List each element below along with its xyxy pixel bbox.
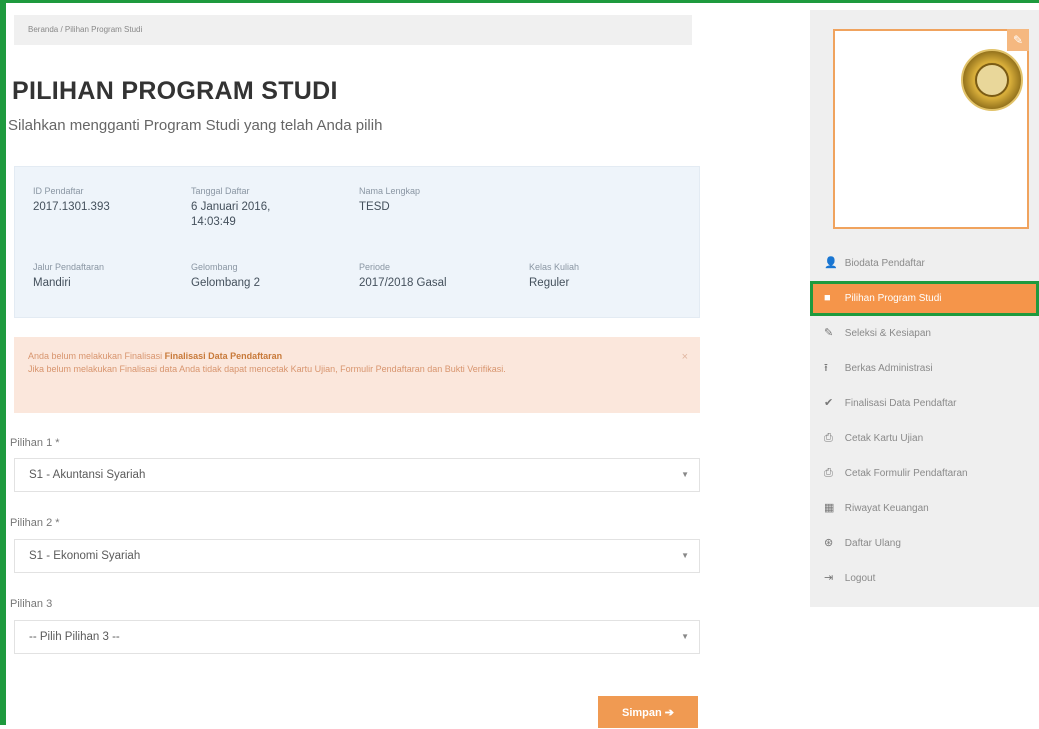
sidebar-item-berkas[interactable]: ⭱ Berkas Administrasi xyxy=(810,351,1039,386)
save-button[interactable]: Simpan ➔ xyxy=(598,696,698,728)
pilihan1-label: Pilihan 1 * xyxy=(10,437,60,449)
logout-icon: ⇥ xyxy=(824,572,834,584)
info-label: ID Pendaftar xyxy=(33,186,84,196)
info-value: Gelombang 2 xyxy=(191,277,261,289)
sidebar-item-label: Daftar Ulang xyxy=(844,538,901,549)
caret-down-icon: ▼ xyxy=(681,470,689,479)
info-label: Kelas Kuliah xyxy=(529,262,580,272)
alert-line-1: Anda belum melakukan Finalisasi Finalisa… xyxy=(28,350,686,363)
registrant-info-panel: ID Pendaftar 2017.1301.393 Tanggal Dafta… xyxy=(14,166,700,318)
info-value: 2017/2018 Gasal xyxy=(359,277,447,289)
sidebar-item-logout[interactable]: ⇥ Logout xyxy=(810,561,1039,596)
caret-down-icon: ▼ xyxy=(681,551,689,560)
info-value: 2017.1301.393 xyxy=(33,201,110,213)
info-tanggal-daftar: Tanggal Daftar 6 Januari 2016, 14:03:49 xyxy=(191,185,311,230)
pilihan1-select[interactable]: S1 - Akuntansi Syariah ▼ xyxy=(14,458,700,492)
sidebar-item-riwayat-keuangan[interactable]: ▦ Riwayat Keuangan xyxy=(810,491,1039,526)
alert-text: Anda belum melakukan Finalisasi xyxy=(28,351,163,361)
university-logo xyxy=(961,49,1023,111)
info-jalur: Jalur Pendaftaran Mandiri xyxy=(33,261,183,291)
info-value: 6 Januari 2016, 14:03:49 xyxy=(191,201,271,228)
pilihan3-label: Pilihan 3 xyxy=(10,598,53,610)
page-subtitle: Silahkan mengganti Program Studi yang te… xyxy=(8,117,383,134)
sidebar-item-label: Logout xyxy=(844,573,876,584)
sidebar-item-biodata[interactable]: 👤 Biodata Pendaftar xyxy=(810,246,1039,281)
sidebar-item-finalisasi[interactable]: ✔ Finalisasi Data Pendaftar xyxy=(810,386,1039,421)
info-label: Gelombang xyxy=(191,262,238,272)
sidebar-item-label: Riwayat Keuangan xyxy=(844,503,929,514)
sidebar-item-label: Seleksi & Kesiapan xyxy=(844,328,931,339)
info-label: Tanggal Daftar xyxy=(191,186,250,196)
info-value: Mandiri xyxy=(33,277,71,289)
pilihan2-select[interactable]: S1 - Ekonomi Syariah ▼ xyxy=(14,539,700,573)
info-label: Periode xyxy=(359,262,391,272)
info-nama-lengkap: Nama Lengkap TESD xyxy=(359,185,509,215)
print-icon: ⎙ xyxy=(824,432,833,444)
profile-photo-box: ✎ xyxy=(833,29,1029,229)
money-icon: ⊛ xyxy=(824,537,834,549)
caret-down-icon: ▼ xyxy=(681,632,689,641)
alert-line-2: Jika belum melakukan Finalisasi data And… xyxy=(28,364,506,374)
info-no-pendaftar: ID Pendaftar 2017.1301.393 xyxy=(33,185,183,215)
pilihan3-value: -- Pilih Pilihan 3 -- xyxy=(29,631,120,643)
sidebar: ✎ 👤 Biodata Pendaftar ■ Pilihan Program … xyxy=(810,10,1039,607)
sidebar-item-label: Berkas Administrasi xyxy=(844,363,933,374)
user-icon: 👤 xyxy=(824,257,838,269)
pilihan2-label: Pilihan 2 * xyxy=(10,517,60,529)
bookmark-icon: ■ xyxy=(824,292,831,304)
main-content: Beranda / Pilihan Program Studi PILIHAN … xyxy=(6,3,706,728)
info-label: Jalur Pendaftaran xyxy=(33,262,105,272)
pilihan3-select[interactable]: -- Pilih Pilihan 3 -- ▼ xyxy=(14,620,700,654)
sidebar-item-seleksi[interactable]: ✎ Seleksi & Kesiapan xyxy=(810,316,1039,351)
info-value: TESD xyxy=(359,201,390,213)
page-title: PILIHAN PROGRAM STUDI xyxy=(12,77,338,105)
upload-icon: ⭱ xyxy=(824,362,828,374)
info-label: Nama Lengkap xyxy=(359,186,421,196)
breadcrumb[interactable]: Beranda / Pilihan Program Studi xyxy=(14,15,692,45)
sidebar-item-cetak-kartu[interactable]: ⎙ Cetak Kartu Ujian xyxy=(810,421,1039,456)
info-kelas: Kelas Kuliah Reguler xyxy=(529,261,679,291)
sidebar-item-label: Pilihan Program Studi xyxy=(844,293,942,304)
edit-photo-icon[interactable]: ✎ xyxy=(1007,29,1029,51)
sidebar-item-label: Biodata Pendaftar xyxy=(844,258,925,269)
info-gelombang: Gelombang Gelombang 2 xyxy=(191,261,341,291)
print-icon: ⎙ xyxy=(824,467,833,479)
sidebar-item-label: Finalisasi Data Pendaftar xyxy=(844,398,957,409)
sidebar-item-label: Cetak Kartu Ujian xyxy=(844,433,924,444)
check-icon: ✔ xyxy=(824,397,834,409)
sidebar-menu: 👤 Biodata Pendaftar ■ Pilihan Program St… xyxy=(810,246,1039,596)
sidebar-item-cetak-formulir[interactable]: ⎙ Cetak Formulir Pendaftaran xyxy=(810,456,1039,491)
pilihan1-value: S1 - Akuntansi Syariah xyxy=(29,469,146,481)
table-icon: ▦ xyxy=(824,502,835,514)
sidebar-item-daftar-ulang[interactable]: ⊛ Daftar Ulang xyxy=(810,526,1039,561)
info-periode: Periode 2017/2018 Gasal xyxy=(359,261,509,291)
close-icon[interactable]: × xyxy=(682,351,688,364)
info-value: Reguler xyxy=(529,277,570,289)
sidebar-item-pilihan-prodi[interactable]: ■ Pilihan Program Studi xyxy=(810,281,1039,316)
finalization-link[interactable]: Finalisasi Data Pendaftaran xyxy=(165,351,283,361)
logo-emblem xyxy=(975,63,1009,97)
finalization-alert: × Anda belum melakukan Finalisasi Finali… xyxy=(14,337,700,413)
sidebar-item-label: Cetak Formulir Pendaftaran xyxy=(844,468,968,479)
pilihan2-value: S1 - Ekonomi Syariah xyxy=(29,550,141,562)
edit-icon: ✎ xyxy=(824,327,834,339)
